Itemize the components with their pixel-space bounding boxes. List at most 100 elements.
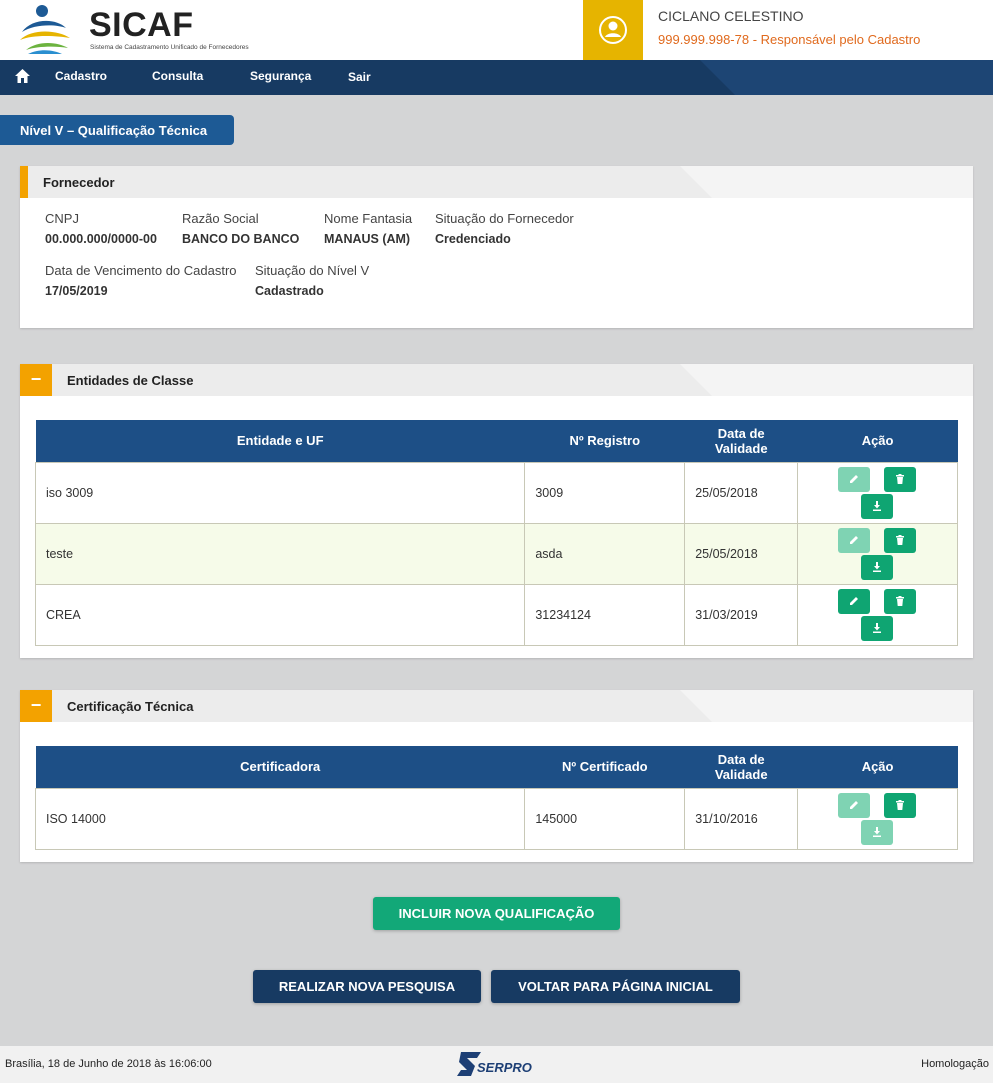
edit-button[interactable] [838, 588, 871, 614]
field-situacao: Situação do Fornecedor Credenciado [435, 211, 574, 246]
user-name: CICLANO CELESTINO [658, 8, 804, 24]
cell-validade: 25/05/2018 [684, 522, 799, 585]
user-icon [599, 16, 627, 44]
panel-header-cut [680, 690, 973, 722]
trash-icon [896, 595, 905, 606]
nav-seguranca[interactable]: Segurança [250, 69, 311, 83]
col-validade: Data de Validade [684, 420, 798, 462]
fornecedor-title: Fornecedor [43, 175, 115, 190]
table-row: iso 3009 3009 25/05/2018 [34, 461, 958, 524]
serpro-logo-text: SERPRO [477, 1060, 532, 1075]
delete-button[interactable] [884, 588, 917, 614]
nivel-value: Cadastrado [255, 284, 324, 298]
main-nav: Cadastro Consulta Segurança Sair [0, 60, 993, 95]
download-button[interactable] [861, 493, 894, 519]
level-tab: Nível V – Qualificação Técnica [0, 115, 234, 145]
situacao-label: Situação do Fornecedor [435, 211, 574, 226]
cell-acao [797, 522, 958, 585]
field-vencimento: Data de Vencimento do Cadastro 17/05/201… [45, 263, 237, 298]
panel-accent-bar [20, 166, 28, 198]
col-validade-label: Data de Validade [714, 751, 768, 782]
table-row: teste asda 25/05/2018 [34, 522, 958, 585]
edit-button[interactable] [838, 792, 871, 818]
app-header: SICAF Sistema de Cadastramento Unificado… [0, 0, 993, 60]
certificacao-panel-header: − Certificação Técnica [20, 690, 973, 722]
nav-consulta[interactable]: Consulta [152, 69, 203, 83]
razao-label: Razão Social [182, 211, 259, 226]
cell-validade: 31/03/2019 [684, 583, 799, 646]
edit-icon [850, 535, 859, 544]
nova-pesquisa-button[interactable]: REALIZAR NOVA PESQUISA [253, 970, 481, 1003]
field-situacao-nivel: Situação do Nível V Cadastrado [255, 263, 369, 298]
cnpj-value: 00.000.000/0000-00 [45, 232, 157, 246]
cnpj-label: CNPJ [45, 211, 79, 226]
cell-entidade: teste [34, 522, 526, 585]
situacao-value: Credenciado [435, 232, 511, 246]
home-icon[interactable] [15, 69, 30, 83]
entidades-panel: − Entidades de Classe Entidade e UF Nº R… [20, 364, 973, 658]
cell-entidade: CREA [34, 583, 526, 646]
voltar-inicio-button[interactable]: VOLTAR PARA PÁGINA INICIAL [491, 970, 740, 1003]
col-entidade: Entidade e UF [35, 420, 525, 462]
col-certificadora: Certificadora [35, 746, 525, 788]
cell-validade: 25/05/2018 [684, 461, 799, 524]
sicaf-logo-icon [20, 5, 70, 54]
certificacao-table: Certificadora Nº Certificado Data de Val… [34, 746, 958, 850]
delete-button[interactable] [884, 466, 917, 492]
edit-button[interactable] [838, 466, 871, 492]
edit-button[interactable] [838, 527, 871, 553]
entidades-panel-header: − Entidades de Classe [20, 364, 973, 396]
cell-registro: 31234124 [524, 583, 686, 646]
edit-icon [850, 800, 859, 809]
field-nome-fantasia: Nome Fantasia MANAUS (AM) [324, 211, 412, 246]
download-icon [873, 826, 882, 837]
cell-acao [797, 787, 958, 850]
table-row: ISO 14000 145000 31/10/2016 [34, 787, 958, 850]
brand-subtitle: Sistema de Cadastramento Unificado de Fo… [90, 44, 249, 51]
trash-icon [896, 534, 905, 545]
download-button[interactable] [861, 615, 894, 641]
fornecedor-panel-header: Fornecedor [20, 166, 973, 198]
panel-header-cut [680, 364, 973, 396]
certificacao-panel: − Certificação Técnica Certificadora Nº … [20, 690, 973, 862]
nivel-label: Situação do Nível V [255, 263, 370, 278]
cell-acao [797, 461, 958, 524]
user-info: 999.999.998-78 - Responsável pelo Cadast… [658, 32, 920, 47]
field-cnpj: CNPJ 00.000.000/0000-00 [45, 211, 157, 246]
cell-registro: asda [524, 522, 686, 585]
download-button[interactable] [861, 819, 894, 845]
download-icon [873, 622, 882, 633]
nav-sair[interactable]: Sair [348, 70, 371, 84]
razao-value: BANCO DO BANCO [182, 232, 300, 246]
col-certificado: Nº Certificado [524, 746, 685, 788]
footer: Brasília, 18 de Junho de 2018 às 16:06:0… [0, 1046, 993, 1083]
table-row: CREA 31234124 31/03/2019 [34, 583, 958, 646]
cell-certificado: 145000 [524, 787, 686, 850]
certificacao-title: Certificação Técnica [67, 699, 194, 714]
footer-environment: Homologação [921, 1058, 989, 1070]
edit-icon [850, 474, 859, 483]
col-acao: Ação [797, 420, 958, 462]
fantasia-label: Nome Fantasia [324, 211, 413, 226]
field-razao-social: Razão Social BANCO DO BANCO [182, 211, 299, 246]
delete-button[interactable] [884, 792, 917, 818]
trash-icon [896, 473, 905, 484]
panel-header-cut [680, 166, 973, 198]
vencimento-value: 17/05/2019 [45, 284, 108, 298]
certificacao-collapse-toggle[interactable]: − [20, 690, 52, 722]
cell-validade: 31/10/2016 [684, 787, 799, 850]
fantasia-value: MANAUS (AM) [324, 232, 411, 246]
download-button[interactable] [861, 554, 894, 580]
trash-icon [896, 799, 905, 810]
brand-title: SICAF [89, 6, 194, 44]
nav-cadastro[interactable]: Cadastro [55, 69, 107, 83]
user-badge[interactable] [583, 0, 643, 60]
cell-certificadora: ISO 14000 [34, 787, 526, 850]
delete-button[interactable] [884, 527, 917, 553]
entidades-collapse-toggle[interactable]: − [20, 364, 52, 396]
footer-date: Brasília, 18 de Junho de 2018 às 16:06:0… [5, 1058, 212, 1070]
vencimento-label: Data de Vencimento do Cadastro [45, 263, 237, 278]
edit-icon [850, 596, 859, 605]
incluir-qualificacao-button[interactable]: INCLUIR NOVA QUALIFICAÇÃO [373, 897, 620, 930]
nav-decoration [700, 60, 993, 95]
